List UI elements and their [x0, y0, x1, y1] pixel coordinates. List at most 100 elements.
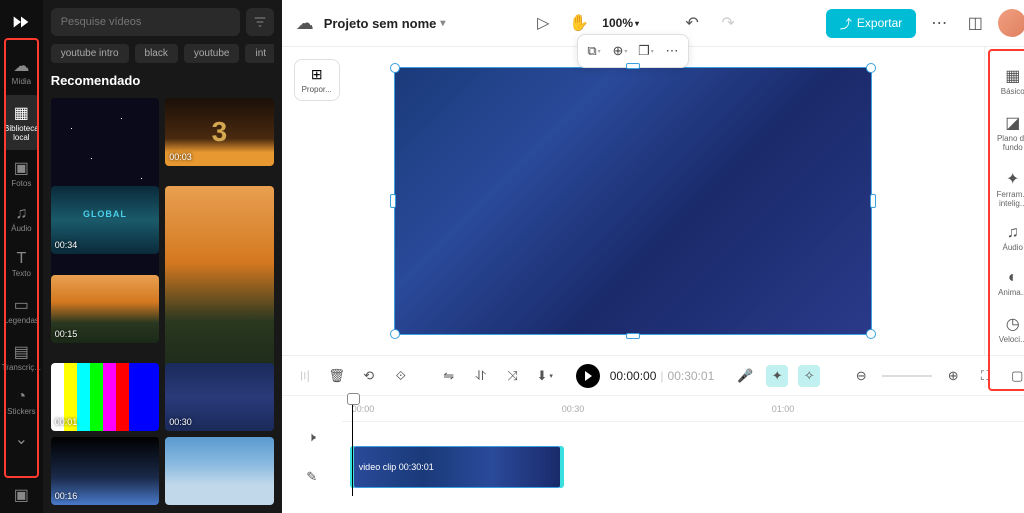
- layout-toggle-button[interactable]: ◫: [962, 10, 988, 36]
- project-name-dropdown[interactable]: Projeto sem nome: [324, 16, 446, 31]
- search-input[interactable]: [51, 8, 240, 36]
- media-thumbnail[interactable]: 00:30: [165, 363, 274, 431]
- timeline-tracks[interactable]: 00:00 00:30 01:00 video clip 00:30:01: [342, 396, 1024, 513]
- zoom-dropdown[interactable]: 100%: [602, 16, 639, 30]
- add-tool-button[interactable]: ⊕: [608, 39, 632, 63]
- rotate-button[interactable]: ⟲: [358, 365, 380, 387]
- cloud-save-icon[interactable]: ☁: [296, 13, 314, 34]
- sidebar-item-media[interactable]: ☁ Mídia: [0, 48, 43, 95]
- video-clip[interactable]: video clip 00:30:01: [352, 446, 562, 488]
- duration-badge: 00:01: [55, 417, 78, 427]
- download-dropdown[interactable]: ⬇: [534, 365, 556, 387]
- media-thumbnail[interactable]: [165, 186, 274, 379]
- prop-audio[interactable]: ♫ Áudio: [985, 217, 1024, 260]
- sidebar-item-stickers[interactable]: ◔ Stickers: [0, 380, 43, 425]
- edit-track-button[interactable]: ✎: [301, 466, 323, 488]
- zoom-out-button[interactable]: ⊖: [850, 365, 872, 387]
- prop-animation[interactable]: ◐ Anima...: [985, 262, 1024, 305]
- timeline-toolbar: 〣 🗑 ⟲ ⟐ ⇋ ⥯ ⤨ ⬇ 00:00:00 | 00:30:01 🎤 ✦ …: [282, 356, 1024, 396]
- tags-row: youtube intro black youtube int: [51, 44, 274, 63]
- play-button[interactable]: [576, 364, 600, 388]
- video-track[interactable]: video clip 00:30:01: [342, 446, 1024, 488]
- duration-badge: 00:15: [55, 329, 78, 339]
- mirror-v-button[interactable]: ⥯: [470, 365, 492, 387]
- sidebar-item-audio[interactable]: ♫ Áudio: [0, 197, 43, 242]
- media-thumbnail[interactable]: 00:15: [51, 275, 160, 343]
- timeline-section: 〣 🗑 ⟲ ⟐ ⇋ ⥯ ⤨ ⬇ 00:00:00 | 00:30:01 🎤 ✦ …: [282, 355, 1024, 513]
- sidebar-item-library[interactable]: ▦ Biblioteca local: [4, 95, 39, 151]
- media-thumbnail[interactable]: 00:01: [51, 363, 160, 431]
- clip-trim-handle-right[interactable]: [560, 446, 564, 488]
- layers-tool-button[interactable]: ❐: [634, 39, 658, 63]
- resize-handle[interactable]: [626, 333, 640, 339]
- mic-button[interactable]: 🎤: [734, 365, 756, 387]
- tag-chip[interactable]: black: [135, 44, 178, 63]
- magic-wand-icon: ✦: [1006, 169, 1019, 189]
- sidebar-settings-button[interactable]: ▣: [14, 485, 29, 505]
- resize-handle[interactable]: [390, 329, 400, 339]
- sidebar-item-text[interactable]: T Texto: [0, 242, 43, 287]
- resize-handle[interactable]: [866, 329, 876, 339]
- track-view-button[interactable]: ▢: [1006, 365, 1024, 387]
- media-thumbnail[interactable]: GLOBAL 00:34: [51, 186, 160, 254]
- prop-label: Áudio: [1003, 244, 1023, 253]
- ruler-mark: 00:30: [562, 404, 585, 414]
- tag-chip[interactable]: int: [245, 44, 273, 63]
- tag-chip[interactable]: youtube intro: [51, 44, 129, 63]
- sidebar-more-button[interactable]: ⌄: [15, 429, 28, 449]
- mute-track-button[interactable]: 🕨: [301, 426, 323, 448]
- sidebar-item-transcription[interactable]: ▤ Transcriç...: [0, 334, 43, 381]
- prop-basic[interactable]: ▦ Básico: [985, 59, 1024, 104]
- export-button[interactable]: ⤴ Exportar: [826, 9, 916, 38]
- media-thumbnail[interactable]: 3 00:03: [165, 98, 274, 166]
- animation-icon: ◐: [1008, 269, 1018, 287]
- tag-chip[interactable]: youtube: [184, 44, 240, 63]
- mirror-h-button[interactable]: ⇋: [438, 365, 460, 387]
- timeline-track-tools: 🕨 ✎: [282, 396, 342, 513]
- resize-handle[interactable]: [870, 194, 876, 208]
- aspect-ratio-button[interactable]: ⊞ Propor...: [294, 59, 340, 101]
- user-avatar[interactable]: [998, 9, 1024, 37]
- more-tool-button[interactable]: ⋯: [660, 39, 684, 63]
- zoom-in-button[interactable]: ⊕: [942, 365, 964, 387]
- prop-speed[interactable]: ◷ Veloci...: [985, 307, 1024, 352]
- app-logo[interactable]: [7, 8, 35, 36]
- ruler-mark: 00:00: [352, 404, 375, 414]
- delete-button[interactable]: 🗑: [326, 365, 348, 387]
- time-current: 00:00:00: [610, 369, 657, 383]
- media-grid[interactable]: 00:12 3 00:03 GLOBAL 00:34 00:15 00:01 0…: [51, 98, 274, 505]
- resize-handle[interactable]: [390, 63, 400, 73]
- media-thumbnail[interactable]: [165, 437, 274, 505]
- hand-tool-button[interactable]: ✋: [566, 10, 592, 36]
- sidebar-item-captions[interactable]: ▭ Legendas: [0, 287, 43, 334]
- sidebar-label: Biblioteca local: [4, 125, 39, 143]
- zoom-slider[interactable]: [882, 375, 932, 377]
- prop-smart-tools[interactable]: ✦ Ferram... intelig...: [985, 162, 1024, 216]
- prop-background[interactable]: ◪ Plano de fundo: [985, 106, 1024, 160]
- prop-label: Anima...: [998, 289, 1024, 298]
- flip-button[interactable]: ⤨: [502, 365, 524, 387]
- resize-handle[interactable]: [866, 63, 876, 73]
- pointer-tool-button[interactable]: ▷: [530, 10, 556, 36]
- ai-button-1[interactable]: ✦: [766, 365, 788, 387]
- undo-button[interactable]: ↶: [679, 10, 705, 36]
- playhead[interactable]: [352, 396, 353, 496]
- redo-button[interactable]: ↷: [715, 10, 741, 36]
- time-total: 00:30:01: [668, 369, 715, 383]
- sidebar-label: Stickers: [7, 408, 35, 417]
- ai-button-2[interactable]: ✧: [798, 365, 820, 387]
- sidebar-item-photos[interactable]: ▣ Fotos: [0, 150, 43, 197]
- properties-panel: ▦ Básico ◪ Plano de fundo ✦ Ferram... in…: [984, 47, 1024, 355]
- crop-tool-button[interactable]: ⧉: [582, 39, 606, 63]
- crop-button[interactable]: ⟐: [390, 365, 412, 387]
- more-menu-button[interactable]: ⋯: [926, 10, 952, 36]
- timeline-ruler[interactable]: 00:00 00:30 01:00: [342, 402, 1024, 422]
- resize-handle[interactable]: [390, 194, 396, 208]
- fit-button[interactable]: ⛶: [974, 365, 996, 387]
- video-canvas[interactable]: ⧉ ⊕ ❐ ⋯: [394, 67, 872, 335]
- canvas-area[interactable]: ⊞ Propor... ⧉ ⊕ ❐ ⋯: [282, 47, 985, 355]
- filter-button[interactable]: [246, 8, 274, 36]
- split-button[interactable]: 〣: [294, 365, 316, 387]
- media-thumbnail[interactable]: 00:16: [51, 437, 160, 505]
- resize-handle[interactable]: [626, 63, 640, 69]
